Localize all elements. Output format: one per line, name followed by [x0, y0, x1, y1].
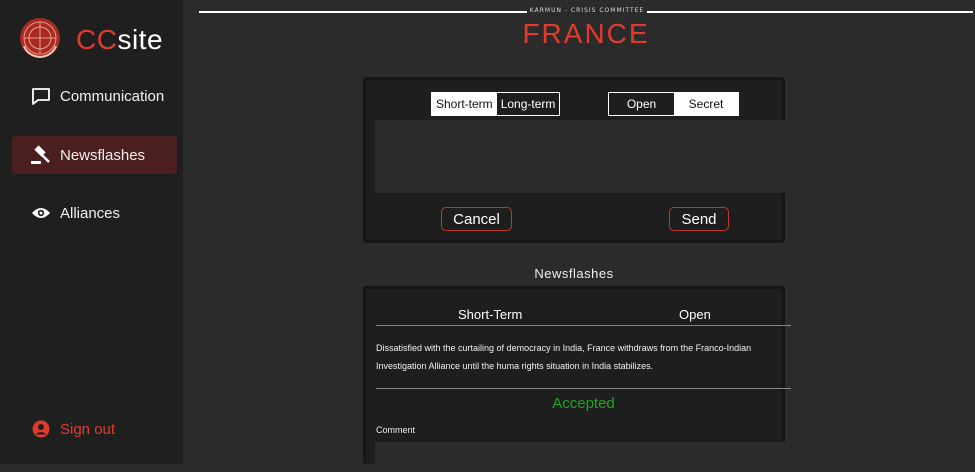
- sidebar-item-newsflashes[interactable]: Newsflashes: [12, 136, 177, 174]
- user-circle-icon: [30, 418, 52, 440]
- newsflashes-heading: Newsflashes: [534, 266, 614, 281]
- sidebar-item-communication[interactable]: Communication: [12, 77, 177, 115]
- committee-label: KARMUN - CRISIS COMMITTEE: [529, 7, 645, 14]
- sidebar-item-label: Communication: [60, 87, 165, 105]
- newsflash-card: Short-Term Open Dissatisfied with the cu…: [363, 286, 791, 472]
- header-rule-right: [647, 11, 973, 13]
- term-option-long[interactable]: Long-term: [496, 93, 560, 115]
- comment-label: Comment: [376, 425, 416, 435]
- brand-name: CCsite: [76, 24, 164, 55]
- divider: [376, 388, 791, 389]
- sidebar: CCsite Communication Newsflashes Allianc…: [0, 0, 183, 464]
- sidebar-item-label: Newsflashes: [60, 146, 146, 164]
- sidebar-item-label: Alliances: [60, 204, 121, 222]
- visibility-toggle: Open Secret: [608, 92, 739, 116]
- term-option-short[interactable]: Short-term: [432, 93, 497, 115]
- status-badge: Accepted: [552, 395, 615, 412]
- sidebar-item-alliances[interactable]: Alliances: [12, 194, 177, 232]
- visibility-option-open[interactable]: Open: [609, 93, 674, 115]
- visibility-option-secret[interactable]: Secret: [674, 93, 738, 115]
- cancel-button[interactable]: Cancel: [441, 207, 512, 231]
- newsflash-text-input[interactable]: [375, 120, 791, 193]
- sign-out-button[interactable]: Sign out: [12, 410, 177, 448]
- page-title: FRANCE: [522, 18, 650, 49]
- un-emblem-icon: [18, 16, 62, 65]
- header-rule-left: [199, 11, 527, 13]
- comment-input[interactable]: [375, 442, 785, 472]
- gavel-icon: [30, 144, 52, 166]
- term-toggle: Short-term Long-term: [431, 92, 561, 116]
- chat-bubble-icon: [30, 85, 52, 107]
- newsflash-text: Dissatisfied with the curtailing of demo…: [376, 343, 752, 371]
- main-content: KARMUN - CRISIS COMMITTEE FRANCE Short-t…: [183, 0, 975, 472]
- newsflash-visibility: Open: [679, 307, 711, 322]
- newsflash-header: Short-Term Open: [376, 303, 791, 326]
- newsflash-term: Short-Term: [458, 307, 523, 322]
- brand[interactable]: CCsite: [18, 16, 164, 65]
- eye-icon: [30, 202, 52, 224]
- compose-panel: Short-term Long-term Open Secret Cancel …: [363, 77, 791, 243]
- send-button[interactable]: Send: [669, 207, 729, 231]
- sign-out-label: Sign out: [60, 420, 116, 438]
